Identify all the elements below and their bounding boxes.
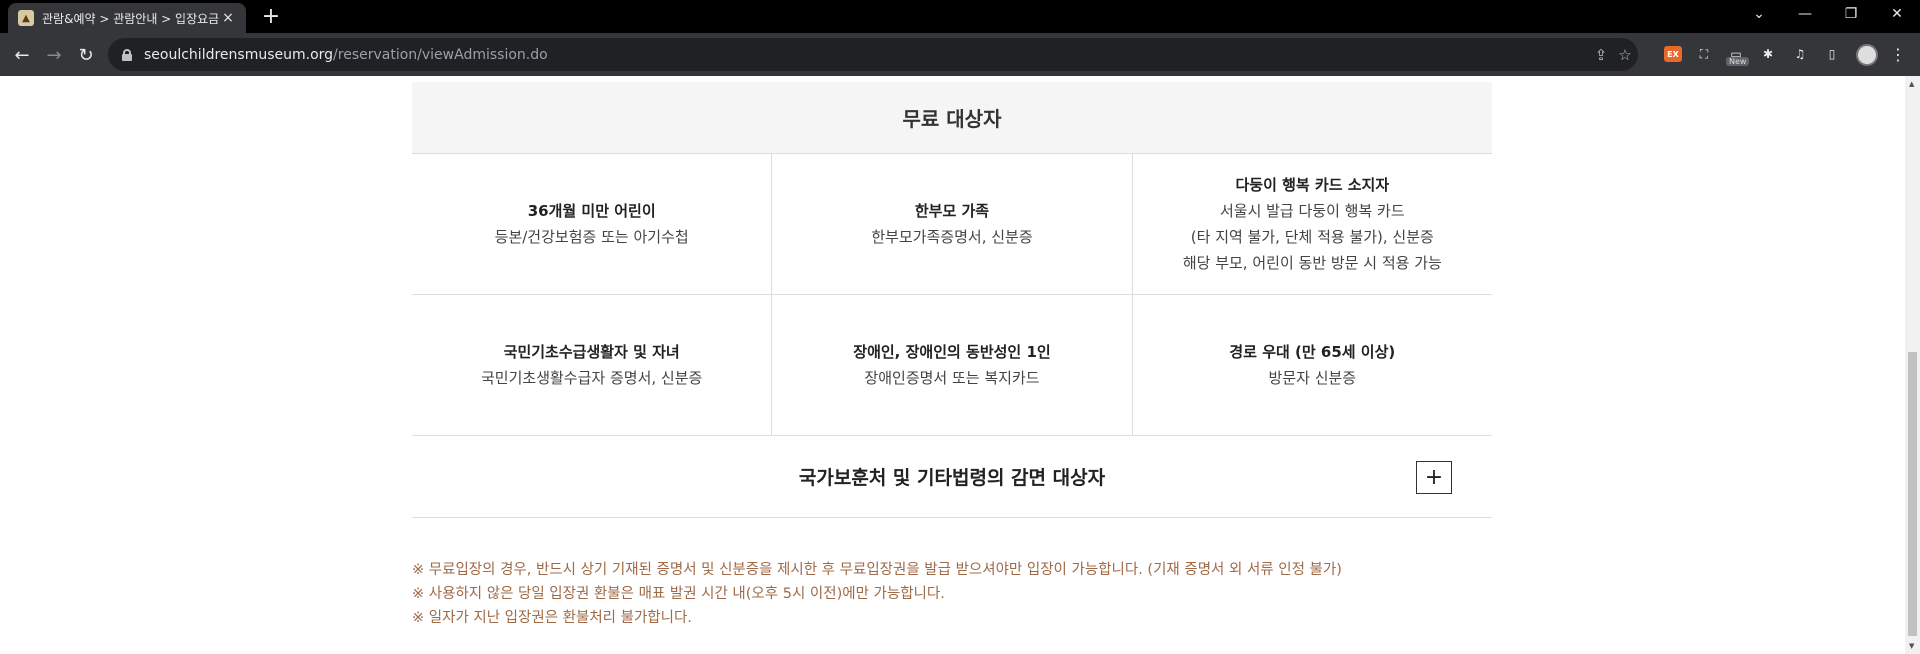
close-window-button[interactable]: ✕: [1874, 0, 1920, 28]
cell-line: 한부모가족증명서, 신분증: [871, 228, 1033, 246]
notice-item: ※ 사용하지 않은 당일 입장권 환불은 매표 발권 시간 내(오후 5시 이전…: [412, 586, 945, 602]
new-badge: New: [1726, 57, 1750, 66]
free-admission-table: 36개월 미만 어린이 등본/건강보험증 또는 아기수첩 한부모 가족 한부모가…: [412, 154, 1492, 436]
forward-button[interactable]: →: [40, 41, 68, 69]
scroll-down-icon[interactable]: ▼: [1909, 642, 1914, 650]
expand-plus-icon[interactable]: +: [1416, 461, 1452, 494]
cell-line: 해당 부모, 어린이 동반 방문 시 적용 가능: [1182, 254, 1442, 272]
table-row: 국민기초수급생활자 및 자녀 국민기초생활수급자 증명서, 신분증 장애인, 장…: [412, 295, 1492, 436]
cell-line: 방문자 신분증: [1268, 369, 1357, 387]
page-content: 무료 대상자 36개월 미만 어린이 등본/건강보험증 또는 아기수첩 한부모 …: [0, 76, 1905, 654]
browser-tab[interactable]: ▲ 관람&예약 > 관람안내 > 입장요금 ×: [8, 3, 246, 33]
media-control-icon[interactable]: ♫: [1790, 44, 1810, 64]
url-host: seoulchildrensmuseum.org: [144, 46, 334, 63]
tab-close-icon[interactable]: ×: [220, 10, 236, 26]
cell-line: 장애인증명서 또는 복지카드: [864, 369, 1040, 387]
url-path: /reservation/viewAdmission.do: [333, 46, 548, 63]
cell-title: 장애인, 장애인의 동반성인 1인: [853, 343, 1051, 361]
cell-title: 한부모 가족: [914, 202, 990, 220]
minimize-button[interactable]: —: [1782, 0, 1828, 28]
browser-toolbar: ← → ↻ seoulchildrensmuseum.org /reservat…: [0, 33, 1920, 76]
cell-line: (타 지역 불가, 단체 적용 불가), 신분증: [1190, 228, 1434, 246]
table-cell: 다둥이 행복 카드 소지자 서울시 발급 다둥이 행복 카드 (타 지역 불가,…: [1133, 154, 1492, 294]
accordion-title: 국가보훈처 및 기타법령의 감면 대상자: [798, 467, 1106, 489]
table-cell: 국민기초수급생활자 및 자녀 국민기초생활수급자 증명서, 신분증: [412, 295, 773, 435]
address-bar[interactable]: seoulchildrensmuseum.org /reservation/vi…: [108, 38, 1638, 71]
table-cell: 경로 우대 (만 65세 이상) 방문자 신분증: [1133, 295, 1492, 435]
browser-menu-icon[interactable]: ⋮: [1888, 44, 1908, 64]
side-panel-icon[interactable]: ▯: [1822, 44, 1842, 64]
profile-avatar[interactable]: [1856, 44, 1878, 66]
restore-button[interactable]: ❐: [1828, 0, 1874, 28]
share-icon[interactable]: ⇪: [1592, 46, 1610, 64]
notice-list: ※ 무료입장의 경우, 반드시 상기 기재된 증명서 및 신분증을 제시한 후 …: [412, 558, 1492, 630]
cell-title: 다둥이 행복 카드 소지자: [1235, 176, 1390, 194]
cell-title: 국민기초수급생활자 및 자녀: [503, 343, 680, 361]
tab-search-icon[interactable]: ⌄: [1736, 0, 1782, 28]
notice-item: ※ 일자가 지난 입장권은 환불처리 불가합니다.: [412, 610, 692, 626]
free-admission-heading: 무료 대상자: [412, 82, 1492, 154]
back-button[interactable]: ←: [8, 41, 36, 69]
cell-title: 경로 우대 (만 65세 이상): [1229, 343, 1396, 361]
cell-title: 36개월 미만 어린이: [527, 202, 656, 220]
notice-item: ※ 무료입장의 경우, 반드시 상기 기재된 증명서 및 신분증을 제시한 후 …: [412, 562, 1342, 578]
tab-title: 관람&예약 > 관람안내 > 입장요금: [42, 11, 220, 26]
scroll-thumb[interactable]: [1908, 352, 1917, 636]
cell-line: 등본/건강보험증 또는 아기수첩: [494, 228, 689, 246]
discount-accordion[interactable]: 국가보훈처 및 기타법령의 감면 대상자 +: [412, 436, 1492, 518]
bookmark-star-icon[interactable]: ☆: [1616, 46, 1634, 64]
table-cell: 한부모 가족 한부모가족증명서, 신분증: [772, 154, 1133, 294]
cell-line: 서울시 발급 다둥이 행복 카드: [1219, 202, 1405, 220]
scroll-up-icon[interactable]: ▲: [1909, 80, 1914, 88]
screen-capture-icon[interactable]: ⛶: [1694, 44, 1714, 64]
cell-line: 국민기초생활수급자 증명서, 신분증: [481, 369, 703, 387]
extension-ex-icon[interactable]: EX: [1664, 46, 1682, 62]
lock-icon[interactable]: [122, 48, 132, 61]
new-tab-button[interactable]: +: [258, 4, 284, 30]
tab-strip: ▲ 관람&예약 > 관람안내 > 입장요금 × + ⌄ — ❐ ✕: [0, 0, 1920, 33]
page-scrollbar[interactable]: ▲ ▼: [1905, 76, 1920, 654]
museum-favicon-icon: ▲: [18, 10, 34, 26]
reload-button[interactable]: ↻: [72, 41, 100, 69]
table-cell: 장애인, 장애인의 동반성인 1인 장애인증명서 또는 복지카드: [772, 295, 1133, 435]
extensions-puzzle-icon[interactable]: ✱: [1758, 44, 1778, 64]
table-row: 36개월 미만 어린이 등본/건강보험증 또는 아기수첩 한부모 가족 한부모가…: [412, 154, 1492, 295]
table-cell: 36개월 미만 어린이 등본/건강보험증 또는 아기수첩: [412, 154, 773, 294]
